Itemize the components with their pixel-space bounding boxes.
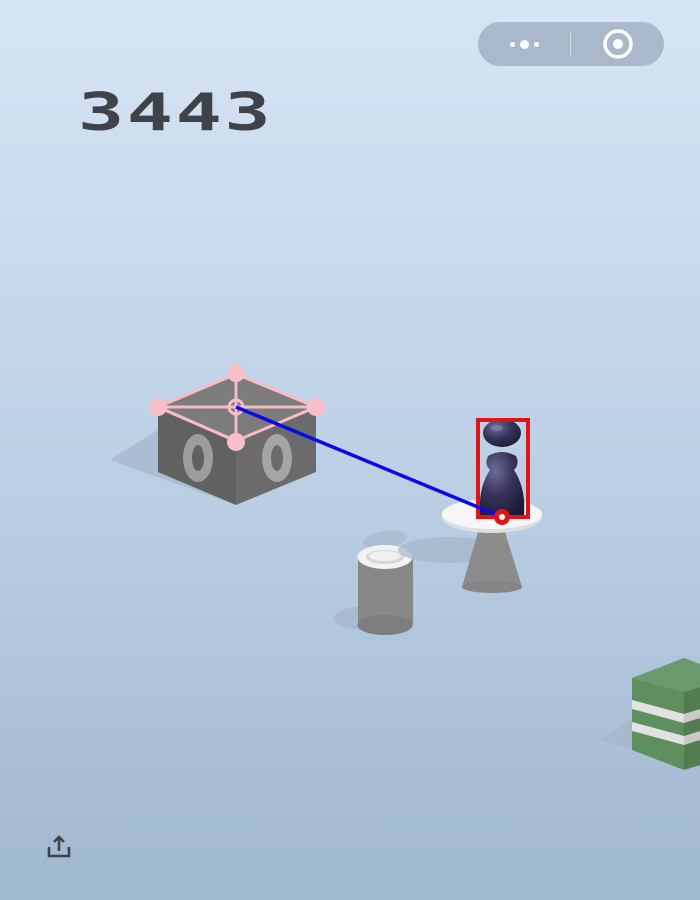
more-dot-right <box>533 41 539 47</box>
share-button[interactable] <box>44 832 74 862</box>
more-button[interactable] <box>478 22 570 66</box>
share-upload-icon <box>47 835 71 858</box>
mini-program-capsule <box>478 22 664 66</box>
target-close-icon <box>602 29 633 59</box>
more-dots-icon <box>509 41 515 47</box>
close-button[interactable] <box>571 22 664 66</box>
more-dot-center <box>519 39 529 49</box>
score-display: 3443 <box>78 82 274 143</box>
pawn-base-point-inner <box>499 514 505 520</box>
